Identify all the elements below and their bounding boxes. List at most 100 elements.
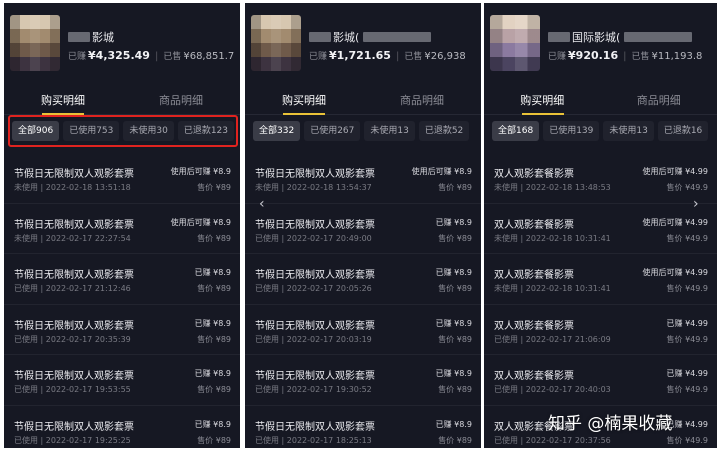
order-earning: 使用后可赚 ¥4.99 [642, 217, 708, 227]
order-title: 节假日无限制双人观影套票 [14, 421, 134, 433]
order-row[interactable]: 节假日无限制双人观影套票 未使用 | 2022-02-17 22:27:54 使用后… [4, 204, 240, 254]
order-row[interactable]: 节假日无限制双人观影套票 未使用 | 2022-02-18 13:54:37 使用后… [245, 153, 481, 204]
order-row[interactable]: 节假日无限制双人观影套票 未使用 | 2022-02-18 13:51:18 使用后… [4, 153, 240, 204]
order-row[interactable]: 双人观影套餐影票 未使用 | 2022-02-18 13:48:53 使用后可赚 ¥… [484, 153, 717, 204]
shop-title: 国际影城( [548, 29, 693, 45]
order-status-time: 已使用 | 2022-02-17 18:25:13 [255, 435, 372, 445]
filter-all[interactable]: 全部168 [492, 121, 540, 141]
order-title: 节假日无限制双人观影套票 [14, 219, 134, 231]
filter-all[interactable]: 全部332 [253, 121, 301, 141]
order-row[interactable]: 节假日无限制双人观影套票 已使用 | 2022-02-17 20:49:00 已赚 … [245, 204, 481, 254]
order-price: 售价 ¥49.9 [666, 385, 708, 394]
order-earning: 已赚 ¥4.99 [666, 369, 708, 378]
order-earning: 已赚 ¥8.9 [435, 318, 472, 328]
shop-stats: 已赚 ¥4,325.49 | 已售 ¥68,851.7 [68, 49, 234, 65]
order-row[interactable]: 双人观影套餐影票 已使用 | 2022-02-17 20:40:03 已赚 ¥4.9… [484, 355, 717, 406]
earned-label: 已赚 [68, 52, 87, 62]
earned-value: ¥1,721.65 [329, 49, 391, 62]
order-row[interactable]: 节假日无限制双人观影套票 已使用 | 2022-02-17 20:05:26 已赚 … [245, 254, 481, 305]
order-row[interactable]: 节假日无限制双人观影套票 已使用 | 2022-02-17 19:30:52 已赚 … [245, 355, 481, 406]
order-row[interactable]: 双人观影套餐影票 未使用 | 2022-02-18 10:31:41 使用后可赚 ¥… [484, 204, 717, 254]
shop-stats: 已赚 ¥920.16 | 已售 ¥11,193.8 [548, 49, 702, 65]
sold-value: ¥26,938 [424, 51, 466, 62]
order-price: 售价 ¥89 [438, 284, 472, 293]
filter-refunded[interactable]: 已退款16 [657, 121, 709, 141]
earned-label: 已赚 [548, 52, 567, 62]
order-title: 节假日无限制双人观影套票 [255, 169, 375, 180]
order-title: 双人观影套餐影票 [494, 371, 574, 382]
order-title: 双人观影套餐影票 [494, 270, 574, 281]
order-title: 节假日无限制双人观影套票 [14, 169, 134, 180]
order-price: 售价 ¥89 [438, 233, 472, 243]
order-earning: 已赚 ¥8.9 [435, 419, 472, 429]
order-price: 售价 ¥89 [197, 284, 231, 293]
order-list: 双人观影套餐影票 未使用 | 2022-02-18 13:48:53 使用后可赚 ¥… [484, 153, 717, 448]
detail-tabs: 购买明细 商品明细 [245, 87, 481, 115]
screenshot-panel-3: 国际影城( 已赚 ¥920.16 | 已售 ¥11,193.8 购买明细 商品明… [484, 3, 717, 448]
order-earning: 已赚 ¥8.9 [435, 268, 472, 277]
order-earning: 已赚 ¥4.99 [666, 419, 708, 429]
sold-value: ¥11,193.8 [651, 51, 703, 62]
redacted-text-block [548, 32, 570, 42]
chevron-right-icon[interactable]: › [693, 196, 699, 212]
order-status-time: 已使用 | 2022-02-17 20:35:39 [14, 334, 131, 344]
tab-purchase-details[interactable]: 购买明细 [484, 92, 601, 108]
order-earning: 使用后可赚 ¥8.9 [170, 167, 231, 176]
sold-label: 已售 [404, 52, 423, 62]
shop-avatar [490, 15, 540, 71]
order-price: 售价 ¥49.9 [666, 435, 708, 445]
order-title: 节假日无限制双人观影套票 [255, 371, 375, 382]
active-tab-indicator [283, 113, 325, 115]
tab-product-details[interactable]: 商品明细 [363, 92, 481, 108]
filter-refunded[interactable]: 已退款52 [418, 121, 470, 141]
shop-title: 影城 [68, 29, 114, 45]
earned-value: ¥920.16 [568, 49, 619, 62]
order-price: 售价 ¥89 [197, 334, 231, 344]
order-price: 售价 ¥89 [438, 435, 472, 445]
order-price: 售价 ¥89 [438, 183, 472, 192]
order-row[interactable]: 节假日无限制双人观影套票 已使用 | 2022-02-17 21:12:46 已赚 … [4, 254, 240, 305]
order-row[interactable]: 节假日无限制双人观影套票 已使用 | 2022-02-17 19:53:55 已赚 … [4, 355, 240, 406]
zhihu-watermark: 知乎 @楠果收藏 [548, 414, 673, 434]
tab-product-details[interactable]: 商品明细 [601, 92, 718, 108]
order-price: 售价 ¥89 [197, 233, 231, 243]
order-title: 节假日无限制双人观影套票 [255, 270, 375, 281]
filter-unused[interactable]: 未使用13 [603, 121, 654, 141]
order-row[interactable]: 节假日无限制双人观影套票 已使用 | 2022-02-17 18:25:13 已赚 … [245, 406, 481, 449]
order-status-time: 未使用 | 2022-02-18 13:54:37 [255, 183, 372, 192]
shop-name: 国际影城( [572, 31, 621, 44]
chevron-left-icon[interactable]: ‹ [259, 196, 265, 212]
tab-purchase-details[interactable]: 购买明细 [245, 92, 363, 108]
shop-header: 影城 已赚 ¥4,325.49 | 已售 ¥68,851.7 [4, 3, 240, 83]
redacted-text-block [363, 32, 432, 42]
order-price: 售价 ¥49.9 [666, 334, 708, 344]
filter-unused[interactable]: 未使用13 [364, 121, 415, 141]
shop-name: 影城 [92, 31, 114, 44]
order-row[interactable]: 节假日无限制双人观影套票 已使用 | 2022-02-17 20:03:19 已赚 … [245, 305, 481, 355]
filter-used[interactable]: 已使用267 [304, 121, 361, 141]
order-row[interactable]: 节假日无限制双人观影套票 已使用 | 2022-02-17 19:25:25 已赚 … [4, 406, 240, 449]
order-earning: 已赚 ¥8.9 [435, 369, 472, 378]
order-list: 节假日无限制双人观影套票 未使用 | 2022-02-18 13:54:37 使用后… [245, 153, 481, 448]
shop-stats: 已赚 ¥1,721.65 | 已售 ¥26,938 [309, 49, 466, 65]
order-earning: 使用后可赚 ¥4.99 [642, 268, 708, 277]
order-title: 节假日无限制双人观影套票 [255, 421, 375, 433]
screenshot-panel-2: 影城( 已赚 ¥1,721.65 | 已售 ¥26,938 购买明细 商品明细 … [245, 3, 481, 448]
tab-purchase-details[interactable]: 购买明细 [4, 92, 122, 108]
earned-value: ¥4,325.49 [88, 49, 150, 62]
order-row[interactable]: 双人观影套餐影票 未使用 | 2022-02-18 10:31:41 使用后可赚 ¥… [484, 254, 717, 305]
filter-used[interactable]: 已使用139 [543, 121, 600, 141]
order-title: 节假日无限制双人观影套票 [14, 371, 134, 382]
order-status-time: 已使用 | 2022-02-17 21:06:09 [494, 334, 611, 344]
order-list: 节假日无限制双人观影套票 未使用 | 2022-02-18 13:51:18 使用后… [4, 153, 240, 448]
order-title: 节假日无限制双人观影套票 [14, 320, 134, 332]
order-status-time: 已使用 | 2022-02-17 19:53:55 [14, 385, 131, 394]
order-row[interactable]: 节假日无限制双人观影套票 已使用 | 2022-02-17 20:35:39 已赚 … [4, 305, 240, 355]
order-status-time: 未使用 | 2022-02-17 22:27:54 [14, 233, 131, 243]
order-title: 双人观影套餐影票 [494, 219, 574, 231]
order-row[interactable]: 双人观影套餐影票 已使用 | 2022-02-17 21:06:09 已赚 ¥4.9… [484, 305, 717, 355]
highlight-box [8, 115, 238, 147]
shop-avatar [10, 15, 60, 71]
shop-title: 影城( [309, 29, 432, 45]
tab-product-details[interactable]: 商品明细 [122, 92, 240, 108]
